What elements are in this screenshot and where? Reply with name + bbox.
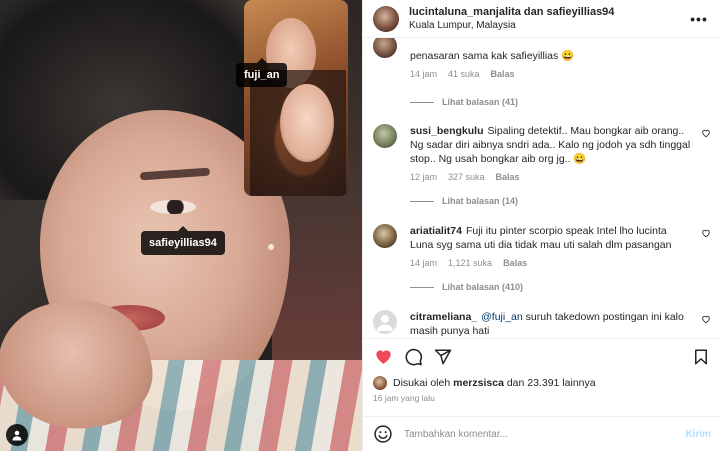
comment-likes[interactable]: 327 suka bbox=[448, 172, 485, 182]
post-comment-button[interactable]: Kirim bbox=[685, 429, 711, 440]
comment-text: citrameliana_ @fuji_an suruh takedown pos… bbox=[410, 310, 691, 338]
comment-input[interactable] bbox=[404, 428, 686, 440]
comment-time: 14 jam bbox=[410, 258, 438, 268]
heart-filled-icon bbox=[375, 350, 391, 364]
commenter-avatar[interactable] bbox=[373, 310, 397, 334]
comment-mention[interactable]: @fuji_an bbox=[481, 311, 523, 323]
view-replies-button[interactable]: Lihat balasan (41) bbox=[410, 97, 518, 107]
view-replies-button[interactable]: Lihat balasan (14) bbox=[410, 196, 518, 206]
comment-meta: 12 jam 327 suka Balas bbox=[410, 172, 713, 182]
reply-button[interactable]: Balas bbox=[491, 69, 515, 79]
default-avatar-icon bbox=[377, 315, 393, 331]
user-tags-toggle-button[interactable] bbox=[6, 424, 28, 446]
liked-by-suffix[interactable]: dan 23.391 lainnya bbox=[507, 377, 596, 389]
comment-likes[interactable]: 1,121 suka bbox=[448, 258, 492, 268]
comment-item: citrameliana_ @fuji_an suruh takedown pos… bbox=[373, 310, 713, 338]
comment-item: susi_bengkulu Sipaling detektif.. Mau bon… bbox=[373, 124, 713, 182]
comments-list[interactable]: penasaran sama kak safieyillias 😀 14 jam… bbox=[363, 38, 720, 338]
post-side-panel: lucintaluna_manjalita dan safieyillias94… bbox=[362, 0, 720, 451]
replies-line bbox=[410, 286, 434, 288]
bookmark-icon bbox=[695, 349, 707, 364]
share-button[interactable] bbox=[433, 347, 453, 367]
comment-item: penasaran sama kak safieyillias 😀 14 jam… bbox=[373, 38, 713, 79]
commenter-avatar[interactable] bbox=[373, 124, 397, 148]
owner-avatar[interactable] bbox=[373, 5, 399, 32]
commenter-username[interactable]: citrameliana_ bbox=[410, 311, 477, 323]
commenter-avatar[interactable] bbox=[373, 38, 397, 58]
view-replies-button[interactable]: Lihat balasan (410) bbox=[410, 282, 523, 292]
like-button[interactable] bbox=[373, 347, 393, 367]
owner-usernames[interactable]: lucintaluna_manjalita dan safieyillias94 bbox=[409, 5, 688, 19]
comment-time: 12 jam bbox=[410, 172, 438, 182]
comment-like-heart-icon[interactable] bbox=[701, 128, 711, 138]
comment-like-heart-icon[interactable] bbox=[701, 228, 711, 238]
photo-eye bbox=[150, 200, 196, 214]
comment-button[interactable] bbox=[403, 347, 423, 367]
replies-line bbox=[410, 101, 434, 103]
post-location[interactable]: Kuala Lumpur, Malaysia bbox=[409, 19, 688, 33]
header-names: lucintaluna_manjalita dan safieyillias94… bbox=[409, 5, 688, 33]
more-options-icon[interactable]: ••• bbox=[688, 11, 710, 27]
add-comment-bar: Kirim bbox=[363, 416, 720, 451]
replies-line bbox=[410, 200, 434, 202]
save-button[interactable] bbox=[691, 347, 711, 367]
reply-button[interactable]: Balas bbox=[496, 172, 520, 182]
user-tag-fuji-an[interactable]: fuji_an bbox=[236, 58, 288, 87]
comment-meta: 14 jam 1,121 suka Balas bbox=[410, 258, 713, 268]
post-photo[interactable]: fuji_an safieyillias94 bbox=[0, 0, 362, 451]
comment-meta: 14 jam 41 suka Balas bbox=[410, 69, 713, 79]
post-header: lucintaluna_manjalita dan safieyillias94… bbox=[363, 0, 720, 38]
liker-avatar[interactable] bbox=[373, 376, 387, 390]
comment-item: ariatialit74 Fuji itu pinter scorpio spea… bbox=[373, 224, 713, 268]
commenter-username[interactable]: susi_bengkulu bbox=[410, 125, 484, 137]
paper-plane-icon bbox=[434, 349, 452, 364]
post-time[interactable]: 16 jam yang lalu bbox=[373, 393, 435, 403]
commenter-username[interactable]: ariatialit74 bbox=[410, 225, 462, 237]
comment-text: penasaran sama kak safieyillias 😀 bbox=[410, 50, 575, 62]
inset-person-2 bbox=[280, 84, 334, 162]
emoji-icon[interactable] bbox=[373, 424, 393, 444]
user-tag-safieyillias94[interactable]: safieyillias94 bbox=[141, 226, 225, 255]
post-actions bbox=[363, 338, 720, 374]
photo-inset bbox=[244, 0, 348, 196]
liked-by-prefix: Disukai oleh bbox=[393, 377, 451, 389]
view-replies-label: Lihat balasan (410) bbox=[442, 282, 524, 292]
comment-likes[interactable]: 41 suka bbox=[448, 69, 480, 79]
view-replies-label: Lihat balasan (14) bbox=[442, 196, 519, 206]
comment-text: ariatialit74 Fuji itu pinter scorpio spea… bbox=[410, 224, 691, 252]
comment-time: 14 jam bbox=[410, 69, 438, 79]
comment-text: susi_bengkulu Sipaling detektif.. Mau bon… bbox=[410, 124, 691, 166]
liker-username[interactable]: merzsisca bbox=[453, 377, 504, 389]
liked-by: Disukai oleh merzsisca dan 23.391 lainny… bbox=[373, 376, 596, 390]
person-icon bbox=[12, 430, 22, 441]
reply-button[interactable]: Balas bbox=[503, 258, 527, 268]
view-replies-label: Lihat balasan (41) bbox=[442, 97, 519, 107]
comment-bubble-icon bbox=[405, 348, 422, 366]
photo-earring bbox=[268, 244, 274, 250]
comment-like-heart-icon[interactable] bbox=[701, 314, 711, 324]
commenter-avatar[interactable] bbox=[373, 224, 397, 248]
